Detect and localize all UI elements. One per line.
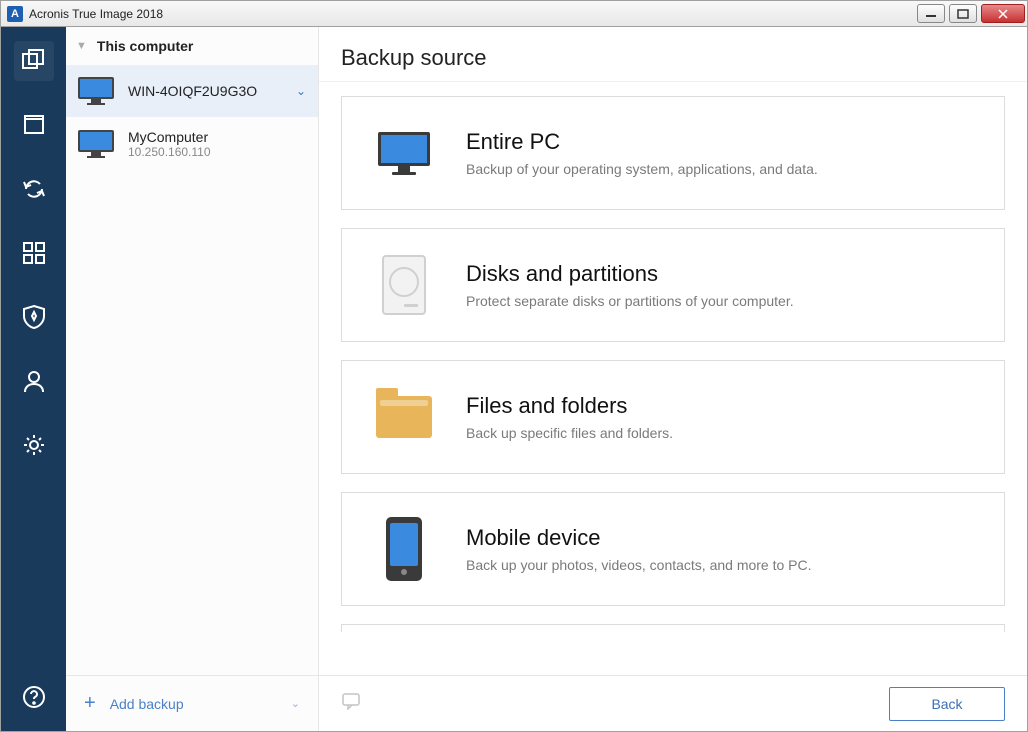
nav-protection-icon[interactable] <box>14 297 54 337</box>
source-list: Entire PC Backup of your operating syste… <box>319 82 1027 675</box>
main-panel: Backup source Entire PC Backup of your o… <box>319 27 1027 731</box>
plus-icon: + <box>84 692 96 715</box>
nav-archive-icon[interactable] <box>14 105 54 145</box>
mobile-icon <box>370 515 438 583</box>
disk-icon <box>370 251 438 319</box>
chevron-down-icon[interactable]: ⌄ <box>291 697 300 710</box>
page-title: Backup source <box>319 27 1027 82</box>
device-name: WIN-4OIQF2U9G3O <box>128 83 290 99</box>
window-title: Acronis True Image 2018 <box>29 7 163 21</box>
option-title: Disks and partitions <box>466 261 794 287</box>
monitor-icon <box>78 77 114 105</box>
chevron-down-icon[interactable]: ⌄ <box>296 84 306 98</box>
back-button[interactable]: Back <box>889 687 1005 721</box>
nav-account-icon[interactable] <box>14 361 54 401</box>
nav-dashboard-icon[interactable] <box>14 233 54 273</box>
option-desc: Back up your photos, videos, contacts, a… <box>466 557 812 573</box>
source-option-files[interactable]: Files and folders Back up specific files… <box>341 360 1005 474</box>
back-button-label: Back <box>931 696 962 712</box>
comment-icon[interactable] <box>341 692 361 715</box>
monitor-icon <box>78 130 114 158</box>
device-name: MyComputer <box>128 129 306 145</box>
sidebar-header[interactable]: ▼ This computer <box>66 27 318 65</box>
add-backup-label: Add backup <box>110 696 184 712</box>
option-desc: Back up specific files and folders. <box>466 425 673 441</box>
source-option-entire-pc[interactable]: Entire PC Backup of your operating syste… <box>341 96 1005 210</box>
window-titlebar: A Acronis True Image 2018 <box>0 0 1028 27</box>
source-option-disks[interactable]: Disks and partitions Protect separate di… <box>341 228 1005 342</box>
maximize-button[interactable] <box>949 4 977 23</box>
nav-backup-icon[interactable] <box>14 41 54 81</box>
nav-help-icon[interactable] <box>14 677 54 717</box>
option-title: Mobile device <box>466 525 812 551</box>
option-title: Entire PC <box>466 129 818 155</box>
app-icon: A <box>7 6 23 22</box>
option-desc: Backup of your operating system, applica… <box>466 161 818 177</box>
option-desc: Protect separate disks or partitions of … <box>466 293 794 309</box>
minimize-button[interactable] <box>917 4 945 23</box>
nav-rail <box>1 27 66 731</box>
device-item-remote[interactable]: MyComputer 10.250.160.110 <box>66 117 318 171</box>
source-option-partial[interactable] <box>341 624 1005 632</box>
pc-icon <box>370 119 438 187</box>
device-item-local[interactable]: WIN-4OIQF2U9G3O ⌄ <box>66 65 318 117</box>
folder-icon <box>370 383 438 451</box>
source-option-mobile[interactable]: Mobile device Back up your photos, video… <box>341 492 1005 606</box>
sidebar-header-label: This computer <box>97 38 193 54</box>
nav-settings-icon[interactable] <box>14 425 54 465</box>
close-button[interactable] <box>981 4 1025 23</box>
chevron-down-icon: ▼ <box>76 40 87 52</box>
nav-sync-icon[interactable] <box>14 169 54 209</box>
option-title: Files and folders <box>466 393 673 419</box>
device-address: 10.250.160.110 <box>128 145 306 159</box>
main-footer: Back <box>319 675 1027 731</box>
sidebar: ▼ This computer WIN-4OIQF2U9G3O ⌄ MyComp… <box>66 27 319 731</box>
add-backup-button[interactable]: + Add backup ⌄ <box>66 675 318 731</box>
